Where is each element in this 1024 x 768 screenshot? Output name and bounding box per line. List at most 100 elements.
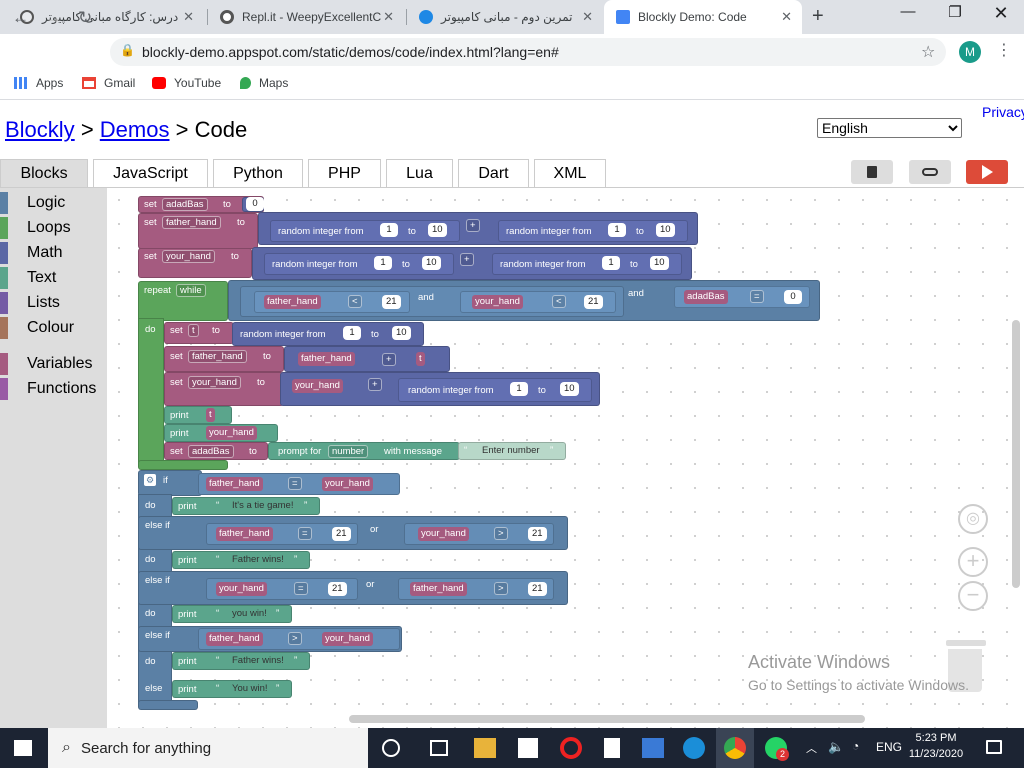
var-father-hand[interactable]: father_hand	[216, 527, 273, 541]
operator-dropdown[interactable]: >	[494, 527, 508, 540]
task-view-icon[interactable]	[430, 740, 448, 756]
network-icon[interactable]: ◔	[852, 739, 859, 753]
file-explorer-icon[interactable]	[474, 738, 496, 758]
menu-kebab-icon[interactable]: ⋮	[996, 40, 1012, 60]
var-your-hand[interactable]: your_hand	[216, 582, 267, 596]
toolbox-variables[interactable]: Variables	[0, 353, 93, 375]
operator-dropdown[interactable]: =	[288, 477, 302, 490]
prompt-type-dropdown[interactable]: number	[328, 445, 369, 458]
string-field[interactable]: Enter number	[482, 444, 540, 458]
bookmark-apps[interactable]: Apps	[14, 76, 63, 90]
var-your-hand[interactable]: your_hand	[206, 426, 257, 440]
string-field[interactable]: It's a tie game!	[232, 499, 293, 513]
var-your-hand[interactable]: your_hand	[292, 379, 343, 393]
action-center-icon[interactable]	[986, 740, 1002, 754]
toolbox-lists[interactable]: Lists	[0, 292, 60, 314]
language-indicator[interactable]: ENG	[876, 740, 902, 754]
var-father-hand[interactable]: father_hand	[410, 582, 467, 596]
tab-dart[interactable]: Dart	[458, 159, 529, 187]
close-window-icon[interactable]: ✕	[981, 3, 1021, 24]
tab-blocks[interactable]: Blocks	[0, 159, 88, 187]
number-field[interactable]: 1	[608, 223, 626, 237]
operator-dropdown[interactable]: +	[460, 253, 474, 266]
recenter-icon[interactable]: ◎	[958, 504, 988, 534]
number-field[interactable]: 10	[392, 326, 411, 340]
var-adadbas[interactable]: adadBas	[684, 290, 728, 304]
var-your-hand[interactable]: your_hand	[322, 477, 373, 491]
tray-chevron-icon[interactable]: ︿	[806, 740, 817, 756]
tab-replit[interactable]: Repl.it - WeepyExcellentC ✕	[208, 0, 404, 34]
string-field[interactable]: Father wins!	[232, 553, 284, 567]
var-t[interactable]: t	[416, 352, 425, 366]
taskbar-search[interactable]: ⌕ Search for anything	[48, 728, 368, 768]
number-field[interactable]: 21	[328, 582, 347, 596]
operator-dropdown[interactable]: +	[368, 378, 382, 391]
number-field[interactable]: 1	[510, 382, 528, 396]
toolbox-text[interactable]: Text	[0, 267, 56, 289]
number-field[interactable]: 0	[784, 290, 802, 304]
toolbox-functions[interactable]: Functions	[0, 378, 96, 400]
var-dropdown[interactable]: t	[188, 324, 199, 337]
string-field[interactable]: You win!	[232, 682, 268, 696]
tab-php[interactable]: PHP	[308, 159, 381, 187]
privacy-link[interactable]: Privacy	[982, 104, 1024, 120]
tab-python[interactable]: Python	[213, 159, 303, 187]
number-field[interactable]: 1	[602, 256, 620, 270]
repeat-mode-dropdown[interactable]: while	[176, 284, 206, 297]
close-icon[interactable]: ✕	[582, 9, 593, 25]
horizontal-scrollbar[interactable]	[349, 715, 865, 723]
number-field[interactable]: 21	[528, 527, 547, 541]
number-field[interactable]: 21	[584, 295, 603, 309]
number-field[interactable]: 0	[246, 197, 264, 211]
tab-lua[interactable]: Lua	[386, 159, 453, 187]
mail-icon[interactable]	[642, 738, 664, 758]
string-field[interactable]: you win!	[232, 607, 267, 621]
operator-dropdown[interactable]: <	[552, 295, 566, 308]
number-field[interactable]: 10	[428, 223, 447, 237]
close-icon[interactable]: ✕	[781, 9, 792, 25]
var-father-hand[interactable]: father_hand	[206, 632, 263, 646]
forward-icon[interactable]: →	[45, 8, 62, 28]
toolbox-math[interactable]: Math	[0, 242, 63, 264]
number-field[interactable]: 1	[374, 256, 392, 270]
operator-dropdown[interactable]: =	[298, 527, 312, 540]
profile-avatar[interactable]: M	[959, 41, 981, 63]
tab-blockly[interactable]: Blockly Demo: Code ✕	[604, 0, 802, 34]
close-icon[interactable]: ✕	[383, 9, 394, 25]
tab-homework[interactable]: تمرین دوم - مبانی کامپیوتر ✕	[407, 0, 603, 34]
operator-dropdown[interactable]: <	[348, 295, 362, 308]
number-field[interactable]: 10	[422, 256, 441, 270]
number-field[interactable]: 21	[332, 527, 351, 541]
number-field[interactable]: 10	[650, 256, 669, 270]
var-dropdown[interactable]: father_hand	[188, 350, 247, 363]
number-field[interactable]: 10	[656, 223, 675, 237]
var-t[interactable]: t	[206, 408, 215, 422]
var-father-hand[interactable]: father_hand	[298, 352, 355, 366]
operator-dropdown[interactable]: +	[466, 219, 480, 232]
trash-button[interactable]	[851, 160, 893, 184]
zoom-in-icon[interactable]: +	[958, 547, 988, 577]
number-field[interactable]: 10	[560, 382, 579, 396]
var-your-hand[interactable]: your_hand	[472, 295, 523, 309]
var-dropdown[interactable]: your_hand	[162, 250, 215, 263]
breadcrumb-demos-link[interactable]: Demos	[100, 117, 170, 142]
clock[interactable]: 5:23 PM 11/23/2020	[906, 730, 966, 762]
restore-icon[interactable]: ❐	[935, 3, 975, 21]
tab-course[interactable]: درس: کارگاه مبانی کامپیوتر ✕	[8, 0, 204, 34]
toolbox-colour[interactable]: Colour	[0, 317, 74, 339]
var-your-hand[interactable]: your_hand	[418, 527, 469, 541]
var-dropdown[interactable]: adadBas	[188, 445, 234, 458]
var-dropdown[interactable]: your_hand	[188, 376, 241, 389]
link-button[interactable]	[909, 160, 951, 184]
operator-dropdown[interactable]: =	[750, 290, 764, 303]
number-field[interactable]: 1	[343, 326, 361, 340]
bookmark-maps[interactable]: Maps	[240, 76, 288, 90]
tab-xml[interactable]: XML	[534, 159, 606, 187]
run-button[interactable]	[966, 160, 1008, 184]
operator-dropdown[interactable]: =	[294, 582, 308, 595]
breadcrumb-blockly-link[interactable]: Blockly	[5, 117, 75, 142]
bookmark-youtube[interactable]: YouTube	[152, 76, 221, 90]
number-field[interactable]: 1	[380, 223, 398, 237]
opera-icon[interactable]	[560, 737, 582, 759]
url-text[interactable]: blockly-demo.appspot.com/static/demos/co…	[142, 44, 559, 60]
